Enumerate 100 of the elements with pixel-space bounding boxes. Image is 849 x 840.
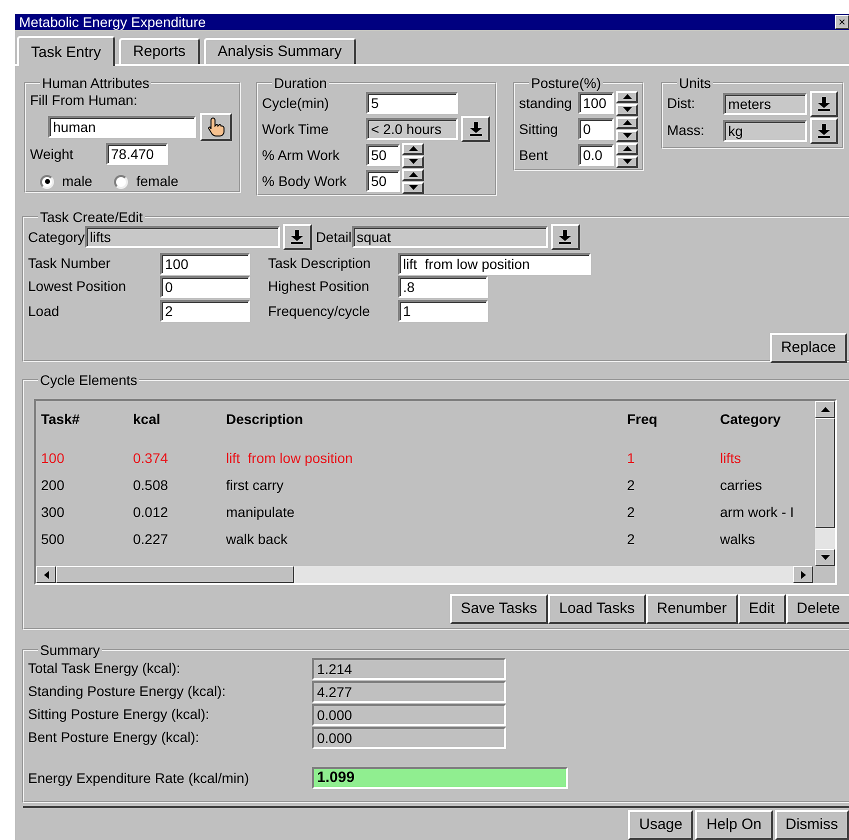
field-label: Sitting (519, 120, 559, 139)
field-label: Bent Posture Energy (kcal): (28, 728, 200, 747)
list-cell-text: 1 (627, 449, 636, 468)
spin-up-button[interactable] (402, 168, 424, 180)
down-triangle-icon (622, 133, 632, 138)
left-triangle-icon (44, 570, 48, 578)
spin-down-button[interactable] (616, 156, 638, 168)
list-action-button[interactable]: Load Tasks (548, 594, 646, 624)
readout-field: 0.000 (312, 704, 506, 726)
list-row[interactable]: 300 0.012 manipulate 2 arm work - I (36, 499, 815, 526)
vertical-scrollbar[interactable] (815, 401, 835, 566)
dropdown-button[interactable] (810, 90, 838, 116)
close-button[interactable]: × (835, 15, 849, 29)
scroll-left-button[interactable] (36, 566, 56, 583)
list-cell-text: 0.012 (133, 503, 170, 522)
number-field[interactable]: 50 (366, 170, 400, 192)
list-action-button[interactable]: Renumber (646, 594, 738, 624)
scrollbar-thumb[interactable] (56, 566, 294, 583)
tab[interactable]: Task Entry (17, 36, 116, 66)
dropdown-field[interactable]: < 2.0 hours (366, 118, 458, 140)
replace-button[interactable]: Replace (770, 333, 847, 363)
radio-label: male (62, 172, 92, 191)
dropdown-button[interactable] (461, 116, 490, 142)
scroll-up-button[interactable] (815, 401, 835, 418)
text-field[interactable]: 100 (160, 252, 250, 274)
list-cell-text: 200 (41, 476, 66, 495)
scroll-down-button[interactable] (815, 549, 835, 566)
field-label: Work Time (262, 120, 330, 138)
footer-button[interactable]: Dismiss (774, 810, 849, 840)
column-header[interactable]: Task# (41, 408, 133, 430)
spin-down-button[interactable] (616, 130, 638, 142)
group-title: Human Attributes (41, 76, 150, 90)
number-field[interactable]: 0 (578, 118, 614, 140)
pick-human-button[interactable] (200, 113, 232, 141)
spin-up-button[interactable] (616, 90, 638, 102)
list-row[interactable]: 200 0.508 first carry 2 carries (36, 472, 815, 499)
number-field[interactable]: 100 (578, 92, 614, 114)
list-action-button[interactable]: Save Tasks (450, 594, 548, 624)
number-field[interactable]: 0.0 (578, 144, 614, 166)
spin-up-button[interactable] (616, 116, 638, 128)
down-triangle-icon (408, 185, 418, 190)
dropdown-button[interactable] (282, 224, 312, 250)
group-title: Task Create/Edit (39, 210, 144, 224)
arrow-down-icon (816, 124, 831, 138)
column-header[interactable]: kcal (133, 408, 226, 430)
scroll-right-button[interactable] (793, 566, 813, 583)
list-row[interactable]: 500 0.227 walk back 2 walks (36, 526, 815, 553)
group-title: Posture(%) (530, 76, 602, 90)
field-label: Sitting Posture Energy (kcal): (28, 705, 210, 724)
dropdown-field[interactable]: kg (723, 120, 807, 142)
spin-down-button[interactable] (402, 182, 424, 194)
text-field[interactable]: 1 (398, 300, 488, 322)
list-cell-text: lift from low position (226, 449, 354, 468)
field-label: Weight (30, 144, 74, 164)
tab[interactable]: Analysis Summary (204, 38, 356, 64)
footer-button[interactable]: Help On (695, 810, 772, 840)
footer-button[interactable]: Usage (628, 810, 694, 840)
column-header[interactable]: Description (226, 408, 627, 430)
pointing-hand-icon (206, 117, 226, 137)
weight-field[interactable]: 78.470 (106, 143, 168, 165)
group-title: Units (678, 76, 712, 90)
field-label: Cycle(min) (262, 94, 330, 113)
radio-button[interactable] (114, 174, 128, 188)
down-triangle-icon (820, 555, 830, 560)
text-field[interactable]: 2 (160, 300, 250, 322)
field-label: Category (28, 228, 85, 247)
text-field[interactable]: 5 (366, 92, 458, 114)
down-triangle-icon (622, 107, 632, 112)
dropdown-button[interactable] (550, 224, 580, 250)
spin-down-button[interactable] (402, 156, 424, 168)
radio-button[interactable] (40, 174, 54, 188)
text-field[interactable]: lift from low position (398, 252, 591, 274)
list-action-button[interactable]: Edit (738, 594, 786, 624)
dropdown-button[interactable] (810, 118, 838, 144)
group-title: Cycle Elements (39, 373, 138, 387)
spin-up-button[interactable] (616, 142, 638, 154)
dropdown-field[interactable]: squat (352, 226, 548, 248)
field-label: Fill From Human: (30, 91, 138, 110)
tab[interactable]: Reports (119, 38, 200, 64)
column-header[interactable]: Freq (627, 408, 720, 430)
field-label: Lowest Position (28, 277, 128, 296)
list-cell-text: 0.227 (133, 530, 170, 549)
spin-down-button[interactable] (616, 104, 638, 116)
list-cell-text: 0.374 (133, 449, 170, 468)
window-title: Metabolic Energy Expenditure (19, 15, 206, 29)
list-cell-text: 0.508 (133, 476, 170, 495)
list-cell-text: manipulate (226, 503, 296, 522)
up-triangle-icon (820, 407, 830, 412)
list-cell-text: 2 (627, 530, 636, 549)
spin-up-button[interactable] (402, 142, 424, 154)
text-field[interactable]: 0 (160, 276, 250, 298)
human-field[interactable]: human (48, 116, 196, 138)
column-header[interactable]: Category (720, 408, 815, 430)
dropdown-field[interactable]: meters (723, 92, 807, 114)
text-field[interactable]: .8 (398, 276, 488, 298)
scrollbar-thumb[interactable] (815, 418, 835, 528)
field-label: Frequency/cycle (268, 302, 371, 321)
list-action-button[interactable]: Delete (786, 594, 849, 624)
dropdown-field[interactable]: lifts (84, 226, 280, 248)
number-field[interactable]: 50 (366, 144, 400, 166)
